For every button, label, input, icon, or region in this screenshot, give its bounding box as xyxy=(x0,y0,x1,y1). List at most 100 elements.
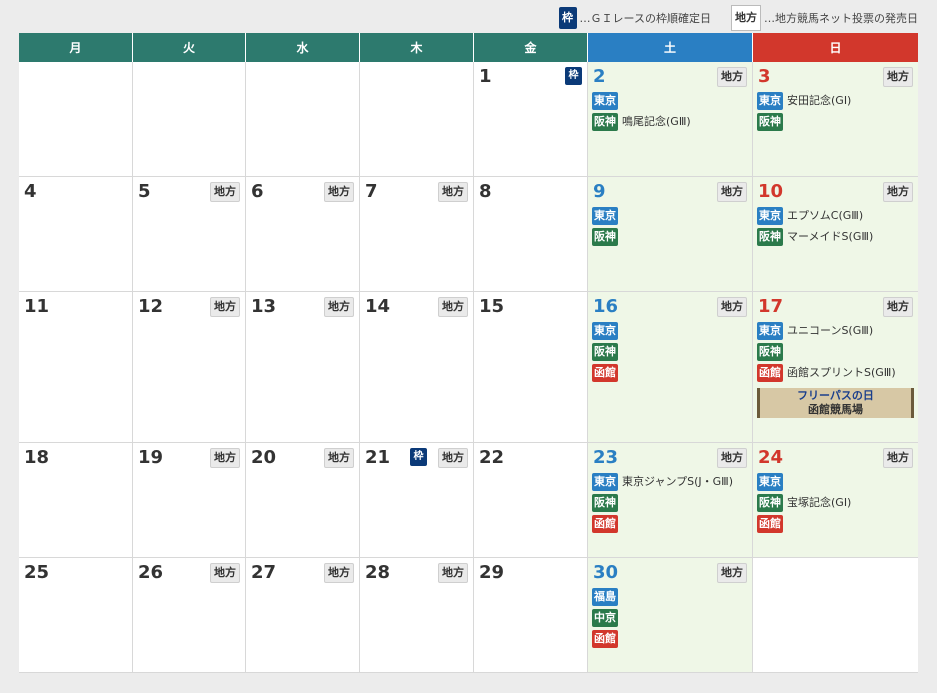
race-item[interactable]: 函館 函館スプリントS(GⅢ) xyxy=(757,364,914,382)
day-cell-27[interactable]: 27 地方 xyxy=(246,558,360,673)
chiho-badge[interactable]: 地方 xyxy=(717,297,747,317)
chiho-badge[interactable]: 地方 xyxy=(717,182,747,202)
chiho-badge[interactable]: 地方 xyxy=(438,563,468,583)
day-cell-23[interactable]: 23 地方 東京 東京ジャンプS(J・GⅢ) 阪神 函館 xyxy=(588,443,753,558)
race-list: 東京阪神 鳴尾記念(GⅢ) xyxy=(592,92,748,134)
venue-tag[interactable]: 東京 xyxy=(757,322,783,340)
chiho-badge[interactable]: 地方 xyxy=(438,448,468,468)
chiho-badge[interactable]: 地方 xyxy=(717,448,747,468)
venue-tag[interactable]: 東京 xyxy=(757,207,783,225)
day-cell-9[interactable]: 9 地方 東京 阪神 xyxy=(588,177,753,292)
race-name[interactable]: 東京ジャンプS(J・GⅢ) xyxy=(622,473,733,488)
venue-tag[interactable]: 阪神 xyxy=(757,113,783,131)
day-number: 5 xyxy=(138,181,151,202)
venue-tag[interactable]: 東京 xyxy=(592,322,618,340)
day-cell-29[interactable]: 29 xyxy=(474,558,588,673)
waku-badge[interactable]: 枠 xyxy=(410,448,427,466)
chiho-badge[interactable]: 地方 xyxy=(883,297,913,317)
chiho-badge[interactable]: 地方 xyxy=(210,448,240,468)
day-cell-30[interactable]: 30 地方 福島 中京 函館 xyxy=(588,558,753,673)
race-item[interactable]: 東京 エプソムC(GⅢ) xyxy=(757,207,914,225)
day-cell-20[interactable]: 20 地方 xyxy=(246,443,360,558)
venue-tag[interactable]: 阪神 xyxy=(592,494,618,512)
venue-tag[interactable]: 東京 xyxy=(592,92,618,110)
day-cell-2[interactable]: 2 地方 東京 阪神 鳴尾記念(GⅢ) xyxy=(588,62,753,177)
venue-tag[interactable]: 阪神 xyxy=(757,228,783,246)
chiho-badge[interactable]: 地方 xyxy=(883,67,913,87)
race-name[interactable]: 安田記念(GⅠ) xyxy=(787,92,851,107)
chiho-badge[interactable]: 地方 xyxy=(717,563,747,583)
race-name[interactable]: ユニコーンS(GⅢ) xyxy=(787,322,873,337)
day-number: 17 xyxy=(758,296,784,317)
day-cell-25[interactable]: 25 xyxy=(19,558,133,673)
race-list: 福島 中京 函館 xyxy=(592,588,748,651)
chiho-badge[interactable]: 地方 xyxy=(324,448,354,468)
venue-tag[interactable]: 函館 xyxy=(592,630,618,648)
day-cell-12[interactable]: 12 地方 xyxy=(133,292,246,443)
race-item[interactable]: 阪神 宝塚記念(GⅠ) xyxy=(757,494,914,512)
venue-tag[interactable]: 東京 xyxy=(757,473,783,491)
chiho-badge[interactable]: 地方 xyxy=(324,182,354,202)
venue-tag[interactable]: 函館 xyxy=(592,515,618,533)
chiho-badge[interactable]: 地方 xyxy=(717,67,747,87)
day-cell-15[interactable]: 15 xyxy=(474,292,588,443)
chiho-badge[interactable]: 地方 xyxy=(210,297,240,317)
day-cell-11[interactable]: 11 xyxy=(19,292,133,443)
race-item[interactable]: 阪神 マーメイドS(GⅢ) xyxy=(757,228,914,246)
chiho-badge[interactable]: 地方 xyxy=(438,182,468,202)
venue-tag[interactable]: 東京 xyxy=(592,473,618,491)
day-cell-10[interactable]: 10 地方 東京 エプソムC(GⅢ) 阪神 マーメイドS(GⅢ) xyxy=(753,177,918,292)
chiho-badge[interactable]: 地方 xyxy=(438,297,468,317)
day-cell-8[interactable]: 8 xyxy=(474,177,588,292)
race-name[interactable]: 鳴尾記念(GⅢ) xyxy=(622,113,691,128)
day-cell-19[interactable]: 19 地方 xyxy=(133,443,246,558)
race-item[interactable]: 阪神 鳴尾記念(GⅢ) xyxy=(592,113,748,131)
waku-badge[interactable]: 枠 xyxy=(565,67,582,85)
day-cell-22[interactable]: 22 xyxy=(474,443,588,558)
race-name[interactable]: マーメイドS(GⅢ) xyxy=(787,228,873,243)
venue-tag[interactable]: 阪神 xyxy=(592,113,618,131)
day-cell-7[interactable]: 7 地方 xyxy=(360,177,474,292)
day-cell-17[interactable]: 17 地方東京 ユニコーンS(GⅢ) 阪神函館 函館スプリントS(GⅢ) フリーパスの日函… xyxy=(753,292,918,443)
venue-tag[interactable]: 函館 xyxy=(592,364,618,382)
venue-tag[interactable]: 中京 xyxy=(592,609,618,627)
venue-tag[interactable]: 阪神 xyxy=(592,228,618,246)
freepass-banner[interactable]: フリーパスの日 函館競馬場 xyxy=(757,388,914,418)
day-cell-5[interactable]: 5 地方 xyxy=(133,177,246,292)
race-name[interactable]: エプソムC(GⅢ) xyxy=(787,207,863,222)
venue-tag[interactable]: 函館 xyxy=(757,515,783,533)
day-cell-24[interactable]: 24 地方 東京 阪神 宝塚記念(GⅠ) 函館 xyxy=(753,443,918,558)
chiho-badge[interactable]: 地方 xyxy=(883,448,913,468)
venue-tag[interactable]: 阪神 xyxy=(757,343,783,361)
venue-tag[interactable]: 阪神 xyxy=(757,494,783,512)
day-cell-28[interactable]: 28 地方 xyxy=(360,558,474,673)
venue-tag[interactable]: 阪神 xyxy=(592,343,618,361)
day-cell-6[interactable]: 6 地方 xyxy=(246,177,360,292)
venue-tag[interactable]: 福島 xyxy=(592,588,618,606)
day-cell-3[interactable]: 3 地方 東京 安田記念(GⅠ) 阪神 xyxy=(753,62,918,177)
chiho-badge[interactable]: 地方 xyxy=(210,182,240,202)
day-cell-1[interactable]: 1枠 xyxy=(474,62,588,177)
race-name[interactable]: 宝塚記念(GⅠ) xyxy=(787,494,851,509)
chiho-badge[interactable]: 地方 xyxy=(324,297,354,317)
day-number: 7 xyxy=(365,181,378,202)
race-item[interactable]: 東京 安田記念(GⅠ) xyxy=(757,92,914,110)
day-cell-21[interactable]: 21 地方枠 xyxy=(360,443,474,558)
race-item[interactable]: 東京 ユニコーンS(GⅢ) xyxy=(757,322,914,340)
race-name[interactable]: 函館スプリントS(GⅢ) xyxy=(787,364,896,379)
day-cell-4[interactable]: 4 xyxy=(19,177,133,292)
chiho-badge[interactable]: 地方 xyxy=(324,563,354,583)
chiho-badge[interactable]: 地方 xyxy=(883,182,913,202)
venue-tag[interactable]: 東京 xyxy=(757,92,783,110)
venue-tag[interactable]: 函館 xyxy=(757,364,783,382)
day-cell-18[interactable]: 18 xyxy=(19,443,133,558)
race-item[interactable]: 東京 東京ジャンプS(J・GⅢ) xyxy=(592,473,748,491)
day-cell-16[interactable]: 16 地方 東京 阪神 函館 xyxy=(588,292,753,443)
day-cell-14[interactable]: 14 地方 xyxy=(360,292,474,443)
weekday-header-tue: 火 xyxy=(133,33,246,62)
day-cell-13[interactable]: 13 地方 xyxy=(246,292,360,443)
day-cell-26[interactable]: 26 地方 xyxy=(133,558,246,673)
day-number: 20 xyxy=(251,447,277,468)
venue-tag[interactable]: 東京 xyxy=(592,207,618,225)
chiho-badge[interactable]: 地方 xyxy=(210,563,240,583)
